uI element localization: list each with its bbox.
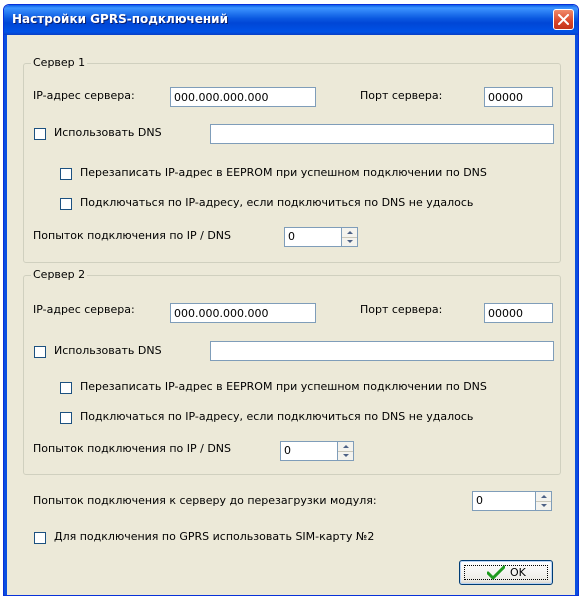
arrow-down-icon: [347, 240, 353, 243]
server2-attempts-value[interactable]: 0: [280, 441, 337, 461]
server2-port-input[interactable]: [484, 303, 553, 323]
server1-use-dns-label: Использовать DNS: [54, 126, 162, 139]
server2-fallback-label: Подключаться по IP-адресу, если подключи…: [80, 410, 474, 423]
server2-port-label: Порт сервера:: [360, 303, 443, 316]
server2-legend: Сервер 2: [31, 268, 88, 281]
server1-rewrite-checkbox[interactable]: [60, 168, 72, 180]
server2-dns-input[interactable]: [210, 341, 554, 361]
sim2-checkbox[interactable]: [34, 532, 46, 544]
close-button[interactable]: [553, 9, 574, 30]
server1-ip-input[interactable]: [170, 87, 316, 107]
server2-use-dns-checkbox[interactable]: [34, 346, 46, 358]
close-icon: [558, 14, 569, 25]
reboot-attempts-value[interactable]: 0: [472, 491, 535, 511]
arrow-up-icon: [541, 495, 547, 498]
server2-rewrite-label: Перезаписать IP-адрес в EEPROM при успеш…: [80, 380, 487, 393]
server1-legend: Сервер 1: [31, 56, 88, 69]
arrow-up-icon: [343, 445, 349, 448]
server1-port-label: Порт сервера:: [360, 89, 443, 102]
server2-fallback-checkbox[interactable]: [60, 412, 72, 424]
server1-attempts-value[interactable]: 0: [284, 227, 341, 247]
server2-rewrite-checkbox[interactable]: [60, 382, 72, 394]
server1-port-input[interactable]: [484, 87, 553, 107]
server2-attempts-label: Попыток подключения по IP / DNS: [33, 442, 232, 455]
ok-button[interactable]: OK: [459, 560, 553, 585]
checkmark-icon: [487, 565, 505, 580]
server1-dns-input[interactable]: [210, 124, 554, 144]
title-bar[interactable]: Настройки GPRS-подключений: [4, 5, 578, 35]
server2-use-dns-label: Использовать DNS: [54, 344, 162, 357]
server2-ip-input[interactable]: [170, 303, 316, 323]
arrow-down-icon: [541, 504, 547, 507]
spin-down-button[interactable]: [338, 451, 353, 460]
server1-attempts-spinner[interactable]: 0: [284, 227, 358, 247]
server1-rewrite-label: Перезаписать IP-адрес в EEPROM при успеш…: [80, 166, 487, 179]
arrow-down-icon: [343, 454, 349, 457]
server1-fallback-label: Подключаться по IP-адресу, если подключи…: [80, 196, 474, 209]
ok-button-label: OK: [510, 566, 526, 579]
sim2-label: Для подключения по GPRS использовать SIM…: [54, 530, 375, 543]
server1-use-dns-checkbox[interactable]: [34, 128, 46, 140]
reboot-attempts-label: Попыток подключения к серверу до перезаг…: [33, 494, 377, 507]
reboot-attempts-spinner[interactable]: 0: [472, 491, 552, 511]
server1-attempts-label: Попыток подключения по IP / DNS: [33, 229, 232, 242]
gprs-settings-dialog: Настройки GPRS-подключений Сервер 1 IP-а…: [3, 4, 579, 596]
spin-down-button[interactable]: [536, 501, 551, 510]
window-title: Настройки GPRS-подключений: [12, 12, 228, 26]
arrow-up-icon: [347, 231, 353, 234]
server2-ip-label: IP-адрес сервера:: [33, 303, 135, 316]
spin-down-button[interactable]: [342, 237, 357, 246]
server1-fallback-checkbox[interactable]: [60, 198, 72, 210]
server1-ip-label: IP-адрес сервера:: [33, 89, 135, 102]
server2-attempts-spinner[interactable]: 0: [280, 441, 354, 461]
